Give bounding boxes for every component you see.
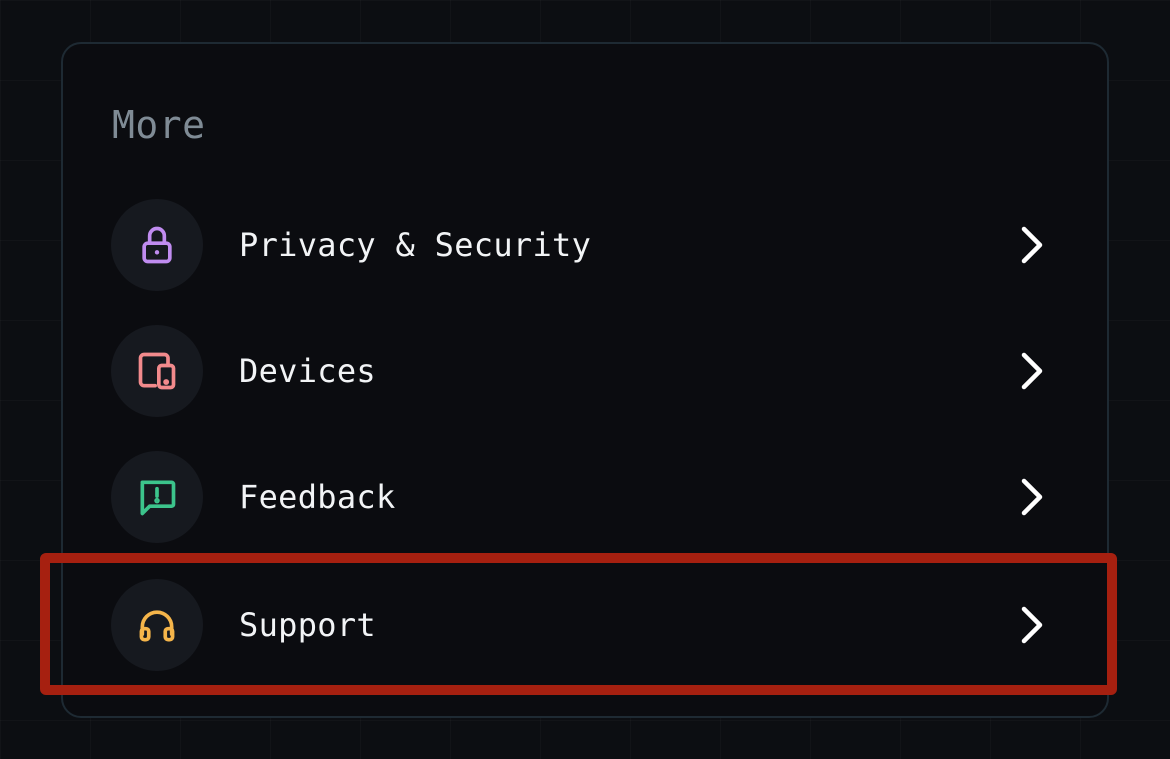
menu-item-devices[interactable]: Devices: [63, 308, 1107, 434]
section-title: More: [112, 103, 206, 147]
menu-item-label: Feedback: [239, 478, 396, 516]
headphones-icon: [111, 579, 203, 671]
menu-item-label: Devices: [239, 352, 376, 390]
lock-icon: [111, 199, 203, 291]
chevron-right-icon: [1015, 223, 1049, 267]
menu-item-support[interactable]: Support: [63, 562, 1107, 688]
menu-item-feedback[interactable]: Feedback: [63, 434, 1107, 560]
menu-item-label: Support: [239, 606, 376, 644]
menu-item-privacy-security[interactable]: Privacy & Security: [63, 182, 1107, 308]
menu-item-label: Privacy & Security: [239, 226, 592, 264]
chevron-right-icon: [1015, 475, 1049, 519]
devices-icon: [111, 325, 203, 417]
chevron-right-icon: [1015, 603, 1049, 647]
chevron-right-icon: [1015, 349, 1049, 393]
feedback-icon: [111, 451, 203, 543]
more-settings-card: More Privacy & Security Devices Feedback…: [61, 42, 1109, 718]
